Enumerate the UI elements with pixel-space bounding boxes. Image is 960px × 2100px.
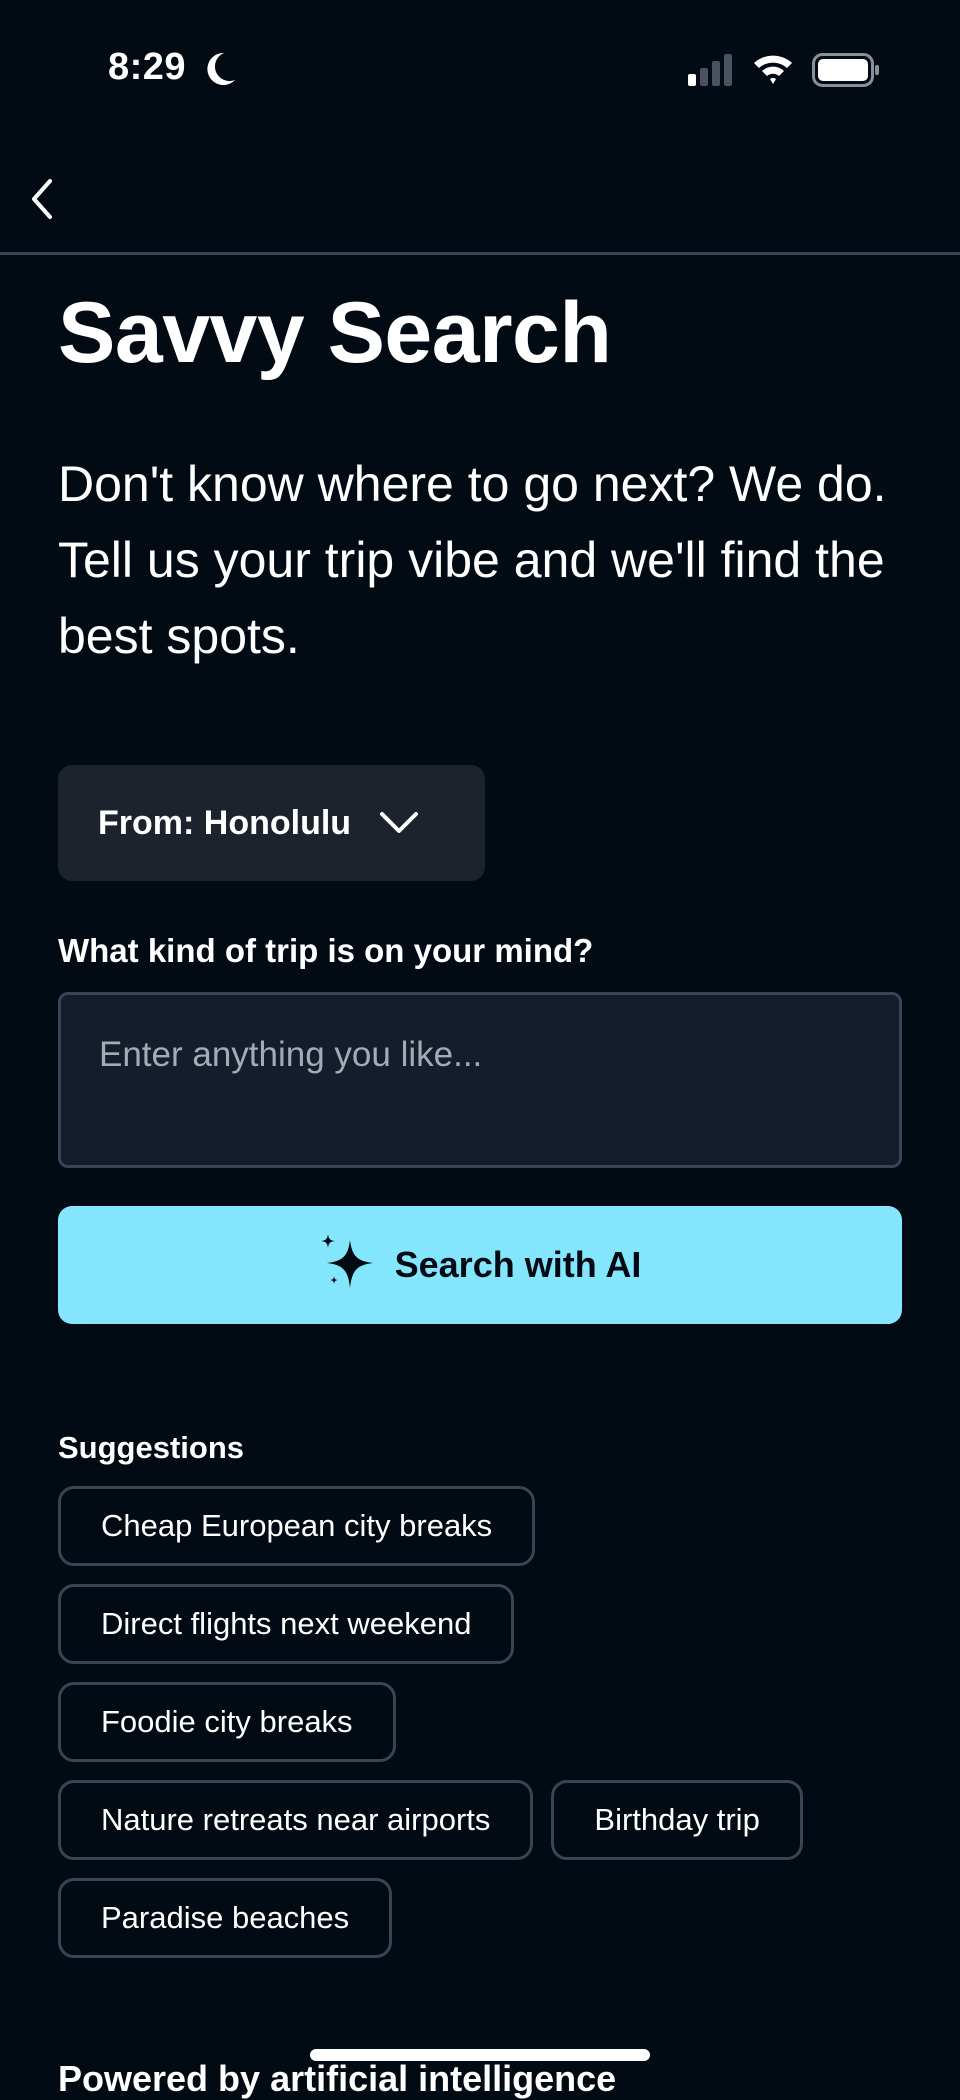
home-indicator[interactable]: [310, 2049, 650, 2061]
moon-icon: [206, 52, 236, 91]
suggestion-chip[interactable]: Cheap European city breaks: [58, 1486, 536, 1566]
chevron-left-icon: [32, 179, 52, 219]
origin-label: From: Honolulu: [98, 803, 352, 842]
suggestion-chip[interactable]: Direct flights next weekend: [58, 1584, 515, 1664]
page-title: Savvy Search: [58, 285, 612, 381]
wifi-icon: [752, 52, 794, 91]
suggestions-title: Suggestions: [58, 1430, 245, 1465]
trip-query-label: What kind of trip is on your mind?: [58, 932, 594, 969]
suggestion-chip[interactable]: Paradise beaches: [58, 1878, 393, 1958]
suggestion-chip[interactable]: Birthday trip: [551, 1780, 803, 1860]
status-bar: 8:29: [0, 0, 960, 140]
suggestion-chip[interactable]: Foodie city breaks: [58, 1682, 396, 1762]
suggestion-row: Paradise beaches: [58, 1878, 918, 1958]
suggestion-row: Nature retreats near airports Birthday t…: [58, 1780, 918, 1860]
suggestion-row: Direct flights next weekend: [58, 1584, 918, 1664]
suggestion-row: Cheap European city breaks: [58, 1486, 918, 1566]
suggestion-chip[interactable]: Nature retreats near airports: [58, 1780, 534, 1860]
status-time: 8:29: [108, 46, 187, 88]
search-with-ai-button[interactable]: Search with AI: [58, 1206, 902, 1324]
nav-bar: [0, 140, 960, 255]
battery-icon: [812, 53, 880, 92]
chevron-down-icon: [379, 811, 419, 835]
search-with-ai-label: Search with AI: [394, 1244, 642, 1285]
origin-dropdown[interactable]: From: Honolulu: [58, 765, 485, 881]
powered-by-text: Powered by artificial intelligence: [58, 2058, 617, 2099]
back-button[interactable]: [30, 178, 54, 225]
sparkles-icon: [319, 1233, 381, 1297]
page-subtitle: Don't know where to go next? We do. Tell…: [58, 456, 887, 664]
suggestions-list: Cheap European city breaks Direct flight…: [58, 1486, 918, 1976]
trip-query-input[interactable]: [58, 992, 902, 1168]
signal-icon: [688, 54, 734, 93]
suggestion-row: Foodie city breaks: [58, 1682, 918, 1762]
